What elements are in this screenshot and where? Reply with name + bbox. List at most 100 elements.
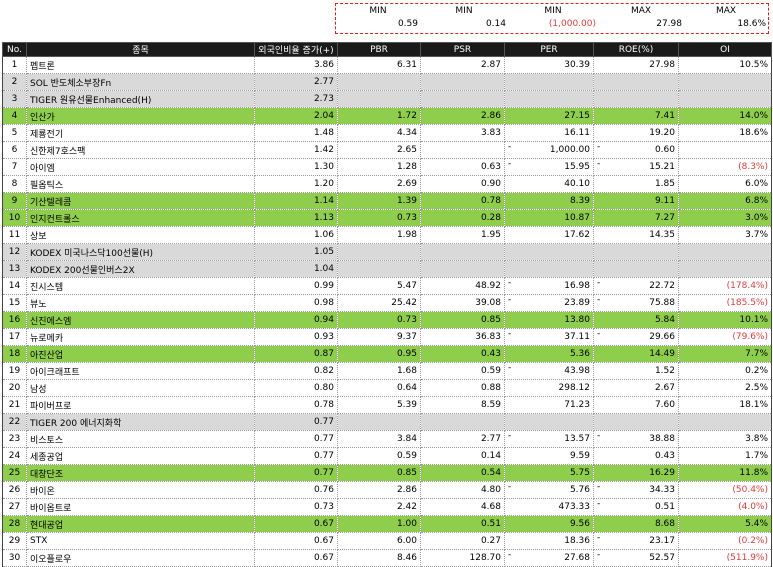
cell-foreign-ratio[interactable]: 1.48 xyxy=(254,124,338,142)
cell-oi[interactable]: 6.0% xyxy=(678,175,772,193)
cell-oi[interactable] xyxy=(678,90,772,108)
cell-no[interactable]: 26 xyxy=(2,481,27,499)
cell-roe[interactable]: - 23.17 xyxy=(593,532,679,550)
cell-name[interactable]: 남성 xyxy=(26,379,255,397)
cell-name[interactable]: 진시스템 xyxy=(26,277,255,295)
cell-per[interactable]: 30.39 xyxy=(504,56,594,74)
cell-foreign-ratio[interactable]: 0.73 xyxy=(254,498,338,516)
table-row[interactable]: 10 인지컨트롤스 1.13 0.73 0.28 10.87 7.27 3.0% xyxy=(2,209,772,227)
cell-oi[interactable] xyxy=(678,73,772,91)
cell-per[interactable]: - 15.95 xyxy=(504,158,594,176)
cell-per[interactable] xyxy=(504,243,594,261)
cell-name[interactable]: 비스토스 xyxy=(26,430,255,448)
cell-name[interactable]: KODEX 200선물인버스2X xyxy=(26,260,255,278)
cell-per[interactable]: 9.56 xyxy=(504,515,594,533)
cell-per[interactable]: - 5.76 xyxy=(504,481,594,499)
cell-no[interactable]: 3 xyxy=(2,90,27,108)
cell-psr[interactable]: 0.88 xyxy=(420,379,505,397)
cell-no[interactable]: 7 xyxy=(2,158,27,176)
table-row[interactable]: 5 제룡전기 1.48 4.34 3.83 16.11 19.20 18.6% xyxy=(2,124,772,142)
cell-foreign-ratio[interactable]: 1.04 xyxy=(254,260,338,278)
cell-psr[interactable]: 0.14 xyxy=(420,447,505,465)
cell-foreign-ratio[interactable]: 0.99 xyxy=(254,277,338,295)
table-row[interactable]: 15 뷰노 0.98 25.42 39.08-23.89-75.88 (185.5%) xyxy=(2,294,772,312)
table-row[interactable]: 18 아진산업 0.87 0.95 0.43 5.36 14.49 7.7% xyxy=(2,345,772,363)
cell-oi[interactable]: 3.8% xyxy=(678,430,772,448)
cell-oi[interactable]: 6.8% xyxy=(678,192,772,210)
cell-pbr[interactable]: 4.34 xyxy=(337,124,421,142)
cell-name[interactable]: 아진산업 xyxy=(26,345,255,363)
cell-foreign-ratio[interactable]: 1.20 xyxy=(254,175,338,193)
cell-per[interactable]: - 13.57 xyxy=(504,430,594,448)
cell-roe[interactable]: 7.60 xyxy=(593,396,679,414)
cell-pbr[interactable]: 9.37 xyxy=(337,328,421,346)
cell-name[interactable]: 바이옵트로 xyxy=(26,498,255,516)
table-row[interactable]: 1 펩트론 3.86 6.31 2.87 30.39 27.98 10.5% xyxy=(2,56,772,74)
cell-foreign-ratio[interactable]: 2.73 xyxy=(254,90,338,108)
cell-pbr[interactable]: 2.42 xyxy=(337,498,421,516)
table-row[interactable]: 7 아이엠 1.30 1.28 0.63-15.95-15.21 (8.3%) xyxy=(2,158,772,176)
cell-psr[interactable]: 0.90 xyxy=(420,175,505,193)
cell-roe[interactable]: - 0.60 xyxy=(593,141,679,159)
cell-psr[interactable]: 8.59 xyxy=(420,396,505,414)
cell-oi[interactable] xyxy=(678,141,772,159)
table-row[interactable]: 29 STX 0.67 6.00 0.27 18.36- 23.17 (0.2%) xyxy=(2,532,772,550)
cell-roe[interactable]: 16.29 xyxy=(593,464,679,482)
cell-pbr[interactable]: 1.98 xyxy=(337,226,421,244)
cell-name[interactable]: 필옵틱스 xyxy=(26,175,255,193)
cell-oi[interactable]: 2.5% xyxy=(678,379,772,397)
cell-roe[interactable]: 1.85 xyxy=(593,175,679,193)
cell-no[interactable]: 8 xyxy=(2,175,27,193)
cell-pbr[interactable]: 2.69 xyxy=(337,175,421,193)
table-row[interactable]: 6 신한제7호스팩 1.42 2.65-1,000.00-0.60 xyxy=(2,141,772,159)
cell-name[interactable]: KODEX 미국나스닥100선물(H) xyxy=(26,243,255,261)
cell-oi[interactable]: 18.6% xyxy=(678,124,772,142)
cell-oi[interactable] xyxy=(678,243,772,261)
cell-no[interactable]: 18 xyxy=(2,345,27,363)
table-row[interactable]: 21 파이버프로 0.78 5.39 8.59 71.23 7.60 18.1% xyxy=(2,396,772,414)
cell-oi[interactable]: 18.1% xyxy=(678,396,772,414)
table-row[interactable]: 28 현대공업 0.67 1.00 0.51 9.56 8.68 5.4% xyxy=(2,515,772,533)
cell-psr[interactable]: 0.63 xyxy=(420,158,505,176)
cell-pbr[interactable]: 1.39 xyxy=(337,192,421,210)
cell-no[interactable]: 22 xyxy=(2,413,27,431)
table-row[interactable]: 4 인산가 2.04 1.72 2.86 27.15 7.41 14.0% xyxy=(2,107,772,125)
cell-foreign-ratio[interactable]: 2.77 xyxy=(254,73,338,91)
cell-name[interactable]: 기산텔레콤 xyxy=(26,192,255,210)
cell-per[interactable]: 8.39 xyxy=(504,192,594,210)
cell-oi[interactable]: 14.0% xyxy=(678,107,772,125)
cell-name[interactable]: 현대공업 xyxy=(26,515,255,533)
cell-roe[interactable]: 8.68 xyxy=(593,515,679,533)
cell-name[interactable]: 펩트론 xyxy=(26,56,255,74)
cell-roe[interactable] xyxy=(593,90,679,108)
cell-pbr[interactable]: 0.95 xyxy=(337,345,421,363)
cell-no[interactable]: 1 xyxy=(2,56,27,74)
cell-pbr[interactable]: 1.72 xyxy=(337,107,421,125)
cell-per[interactable]: 5.75 xyxy=(504,464,594,482)
cell-no[interactable]: 27 xyxy=(2,498,27,516)
cell-pbr[interactable]: 0.85 xyxy=(337,464,421,482)
cell-per[interactable]: 5.36 xyxy=(504,345,594,363)
cell-foreign-ratio[interactable]: 0.98 xyxy=(254,294,338,312)
cell-per[interactable] xyxy=(504,413,594,431)
col-header-name[interactable]: 종목 xyxy=(26,42,255,57)
cell-oi[interactable] xyxy=(678,413,772,431)
cell-pbr[interactable] xyxy=(337,243,421,261)
col-header-foreign-ratio[interactable]: 외국인비율 증가(+) xyxy=(254,42,338,57)
cell-pbr[interactable] xyxy=(337,90,421,108)
cell-per[interactable] xyxy=(504,90,594,108)
cell-oi[interactable]: (79.6%) xyxy=(678,328,772,346)
cell-psr[interactable]: 0.28 xyxy=(420,209,505,227)
cell-psr[interactable]: 48.92 xyxy=(420,277,505,295)
cell-pbr[interactable]: 5.39 xyxy=(337,396,421,414)
cell-pbr[interactable] xyxy=(337,73,421,91)
cell-per[interactable]: - 1,000.00 xyxy=(504,141,594,159)
cell-psr[interactable]: 0.54 xyxy=(420,464,505,482)
cell-roe[interactable]: 14.35 xyxy=(593,226,679,244)
cell-name[interactable]: 바이온 xyxy=(26,481,255,499)
table-row[interactable]: 12 KODEX 미국나스닥100선물(H) 1.05 xyxy=(2,243,772,261)
cell-foreign-ratio[interactable]: 1.14 xyxy=(254,192,338,210)
cell-per[interactable] xyxy=(504,73,594,91)
cell-foreign-ratio[interactable]: 1.06 xyxy=(254,226,338,244)
cell-per[interactable]: 473.33 xyxy=(504,498,594,516)
